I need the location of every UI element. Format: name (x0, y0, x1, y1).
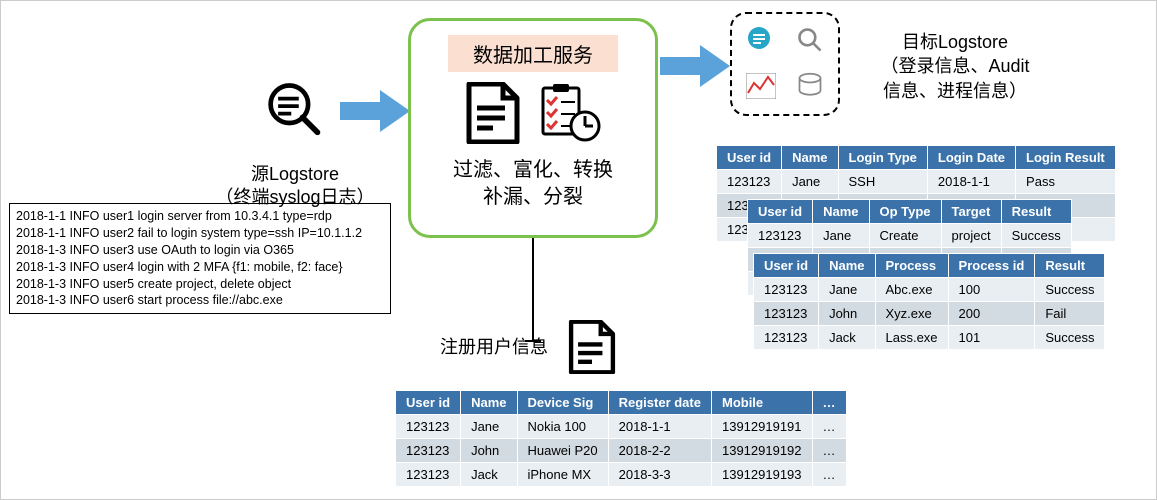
register-document-icon (565, 320, 619, 374)
col-header: Register date (608, 391, 711, 415)
log-line: 2018-1-3 INFO user5 create project, dele… (16, 276, 384, 293)
col-header: Result (1001, 200, 1071, 224)
database-icon (796, 72, 824, 103)
col-header: Result (1035, 254, 1105, 278)
col-header: Op Type (869, 200, 941, 224)
magnifier-icon (796, 26, 824, 57)
processing-ops-line1: 过滤、富化、转换 (425, 157, 641, 184)
checklist-clock-icon (539, 82, 601, 147)
log-line: 2018-1-3 INFO user4 login with 2 MFA {f1… (16, 259, 384, 276)
document-icon (465, 82, 521, 147)
target-caption-line2: （登录信息、Audit (850, 54, 1060, 78)
col-header: Mobile (711, 391, 812, 415)
table-row: 123123JaneNokia 1002018-1-113912919191… (396, 415, 847, 439)
col-header: Name (461, 391, 517, 415)
col-header: Target (941, 200, 1001, 224)
processing-title: 数据加工服务 (448, 35, 618, 72)
chart-icon (746, 73, 776, 102)
col-header: User id (717, 146, 782, 170)
table-row: 123123JohnXyz.exe200Fail (754, 302, 1105, 326)
source-caption-line1: 源Logstore (195, 163, 395, 186)
source-logstore-icon (265, 78, 325, 138)
col-header: User id (748, 200, 813, 224)
col-header: Process (875, 254, 948, 278)
connector-proc-to-register (532, 238, 534, 342)
process-info-table: User id Name Process Process id Result 1… (753, 253, 1105, 350)
col-header: Device Sig (517, 391, 608, 415)
table-row: 123123JackiPhone MX2018-3-313912919193… (396, 463, 847, 487)
table-row: 123123JaneSSH2018-1-1Pass (717, 170, 1116, 194)
doc-search-icon (745, 24, 777, 59)
table-row: 123123JackLass.exe101Success (754, 326, 1105, 350)
table-row: 123123JaneAbc.exe100Success (754, 278, 1105, 302)
log-line: 2018-1-3 INFO user3 use OAuth to login v… (16, 242, 384, 259)
col-header: User id (396, 391, 461, 415)
log-line: 2018-1-1 INFO user2 fail to login system… (16, 225, 384, 242)
col-header: Login Date (927, 146, 1015, 170)
col-header: Process id (948, 254, 1035, 278)
log-line: 2018-1-3 INFO user6 start process file:/… (16, 292, 384, 309)
arrow-source-to-processing (340, 90, 410, 132)
col-header: Name (813, 200, 869, 224)
table-row: 123123JaneCreateprojectSuccess (748, 224, 1072, 248)
target-caption-line3: 信息、进程信息） (850, 79, 1060, 103)
processing-service-box: 数据加工服务 (408, 18, 658, 238)
target-logstore-caption: 目标Logstore （登录信息、Audit 信息、进程信息） (850, 30, 1060, 103)
processing-ops-line2: 补漏、分裂 (425, 184, 641, 211)
register-user-table: User id Name Device Sig Register date Mo… (395, 390, 847, 487)
log-line: 2018-1-1 INFO user1 login server from 10… (16, 208, 384, 225)
table-row: 123123JohnHuawei P202018-2-213912919192… (396, 439, 847, 463)
col-header: Login Type (838, 146, 927, 170)
register-caption: 注册用户信息 (440, 333, 548, 359)
target-logstore-iconbox (730, 12, 840, 116)
col-header: Login Result (1016, 146, 1116, 170)
target-caption-line1: 目标Logstore (850, 30, 1060, 54)
col-header: Name (819, 254, 875, 278)
col-header: User id (754, 254, 819, 278)
col-header: … (812, 391, 846, 415)
arrow-processing-to-target (660, 45, 730, 87)
syslog-sample-box: 2018-1-1 INFO user1 login server from 10… (9, 203, 391, 314)
col-header: Name (782, 146, 838, 170)
